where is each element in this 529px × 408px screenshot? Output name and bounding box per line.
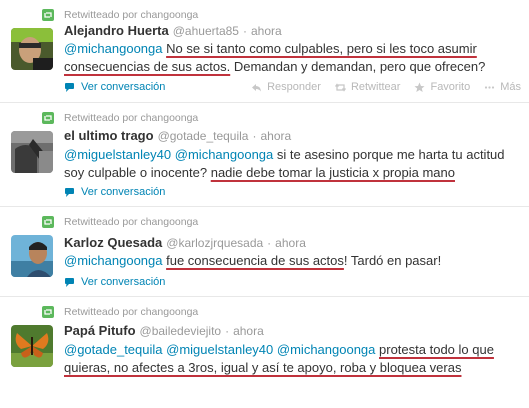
conversation-icon [65, 277, 74, 287]
view-conversation-link[interactable]: Ver conversación [64, 276, 165, 288]
conversation-icon [65, 82, 74, 92]
mention-link[interactable]: @miguelstanley40 [64, 147, 171, 162]
retweet-icon [42, 112, 54, 124]
avatar[interactable] [11, 235, 53, 277]
tweet-header: Karloz Quesada @karlozjrquesada · ahora [64, 235, 306, 250]
retweet-context-label: Retwitteado por changoonga [64, 9, 199, 21]
retweet-label: Retwittear [350, 81, 401, 93]
underlined-text: nadie debe tomar la justicia x propia ma… [210, 165, 455, 180]
retweet-context-label: Retwitteado por changoonga [64, 306, 199, 318]
author-handle[interactable]: @gotade_tequila [158, 129, 249, 143]
mention-link[interactable]: @michangoonga [64, 41, 162, 56]
more-label: Más [500, 81, 521, 93]
author-name[interactable]: Alejandro Huerta [64, 23, 169, 38]
timeline: Retwitteado por changoonga Alejandro Hue… [0, 0, 529, 408]
tweet-text: @miguelstanley40 @michangoonga si te ase… [64, 146, 516, 182]
retweet-action-icon [334, 82, 346, 92]
tweet-text-segment: Demandan y demandan, pero que ofrecen? [230, 59, 486, 74]
separator: · [225, 324, 230, 338]
tweet-header: Papá Pitufo @bailedeviejito · ahora [64, 323, 264, 338]
view-conversation-label: Ver conversación [81, 81, 166, 93]
retweet-button[interactable]: Retwittear [334, 81, 401, 93]
timestamp[interactable]: ahora [233, 324, 264, 338]
retweet-icon [42, 306, 54, 318]
retweet-icon [42, 216, 54, 228]
avatar[interactable] [11, 28, 53, 70]
retweet-context-label: Retwitteado por changoonga [64, 216, 199, 228]
tweet-footer: Ver conversación [64, 186, 521, 198]
mention-link[interactable]: @gotade_tequila [64, 342, 163, 357]
author-name[interactable]: el ultimo trago [64, 128, 154, 143]
tweet-header: el ultimo trago @gotade_tequila · ahora [64, 128, 291, 143]
favorite-button[interactable]: Favorito [414, 81, 470, 93]
author-handle[interactable]: @karlozjrquesada [166, 236, 263, 250]
conversation-icon [65, 187, 74, 197]
retweet-context-label: Retwitteado por changoonga [64, 112, 199, 124]
view-conversation-label: Ver conversación [81, 276, 166, 288]
reply-icon [252, 83, 262, 91]
timestamp[interactable]: ahora [260, 129, 291, 143]
tweet-text: @gotade_tequila @miguelstanley40 @michan… [64, 341, 516, 377]
timestamp[interactable]: ahora [275, 236, 306, 250]
avatar[interactable] [11, 325, 53, 367]
view-conversation-label: Ver conversación [81, 186, 166, 198]
retweet-icon [42, 9, 54, 21]
author-handle[interactable]: @bailedeviejito [140, 324, 222, 338]
tweet-text-segment: ! Tardó en pasar! [343, 253, 442, 268]
author-handle[interactable]: @ahuerta85 [173, 24, 239, 38]
underlined-text: fue consecuencia de sus actos [166, 253, 344, 268]
star-icon [414, 82, 425, 92]
mention-link[interactable]: @michangoonga [175, 147, 273, 162]
tweet-actions: Responder Retwittear Favorito Más [237, 81, 521, 93]
more-button[interactable]: Más [484, 81, 521, 93]
retweet-context: Retwitteado por changoonga [42, 9, 198, 21]
retweet-context: Retwitteado por changoonga [42, 306, 198, 318]
tweet-footer: Ver conversación [64, 276, 521, 288]
separator: · [252, 129, 257, 143]
mention-link[interactable]: @michangoonga [277, 342, 375, 357]
view-conversation-link[interactable]: Ver conversación [64, 186, 165, 198]
tweet: Retwitteado por changoonga Papá Pitufo @… [0, 297, 529, 408]
tweet-header: Alejandro Huerta @ahuerta85 · ahora [64, 23, 282, 38]
favorite-label: Favorito [430, 81, 471, 93]
mention-link[interactable]: @michangoonga [64, 253, 162, 268]
tweet: Retwitteado por changoonga el ultimo tra… [0, 103, 529, 207]
reply-button[interactable]: Responder [251, 81, 321, 93]
more-dots-icon [485, 85, 495, 89]
separator: · [242, 24, 247, 38]
retweet-context: Retwitteado por changoonga [42, 112, 198, 124]
tweet-text: @michangoonga fue consecuencia de sus ac… [64, 252, 516, 270]
tweet: Retwitteado por changoonga Karloz Quesad… [0, 207, 529, 297]
view-conversation-link[interactable]: Ver conversación [64, 81, 165, 93]
tweet-text: @michangoonga No se si tanto como culpab… [64, 40, 516, 76]
retweet-context: Retwitteado por changoonga [42, 216, 198, 228]
mention-link[interactable]: @miguelstanley40 [166, 342, 273, 357]
reply-label: Responder [267, 81, 321, 93]
avatar[interactable] [11, 131, 53, 173]
author-name[interactable]: Karloz Quesada [64, 235, 162, 250]
timestamp[interactable]: ahora [251, 24, 282, 38]
author-name[interactable]: Papá Pitufo [64, 323, 136, 338]
tweet-footer: Ver conversación Responder Retwittear Fa… [64, 81, 521, 93]
separator: · [267, 236, 272, 250]
tweet: Retwitteado por changoonga Alejandro Hue… [0, 0, 529, 103]
